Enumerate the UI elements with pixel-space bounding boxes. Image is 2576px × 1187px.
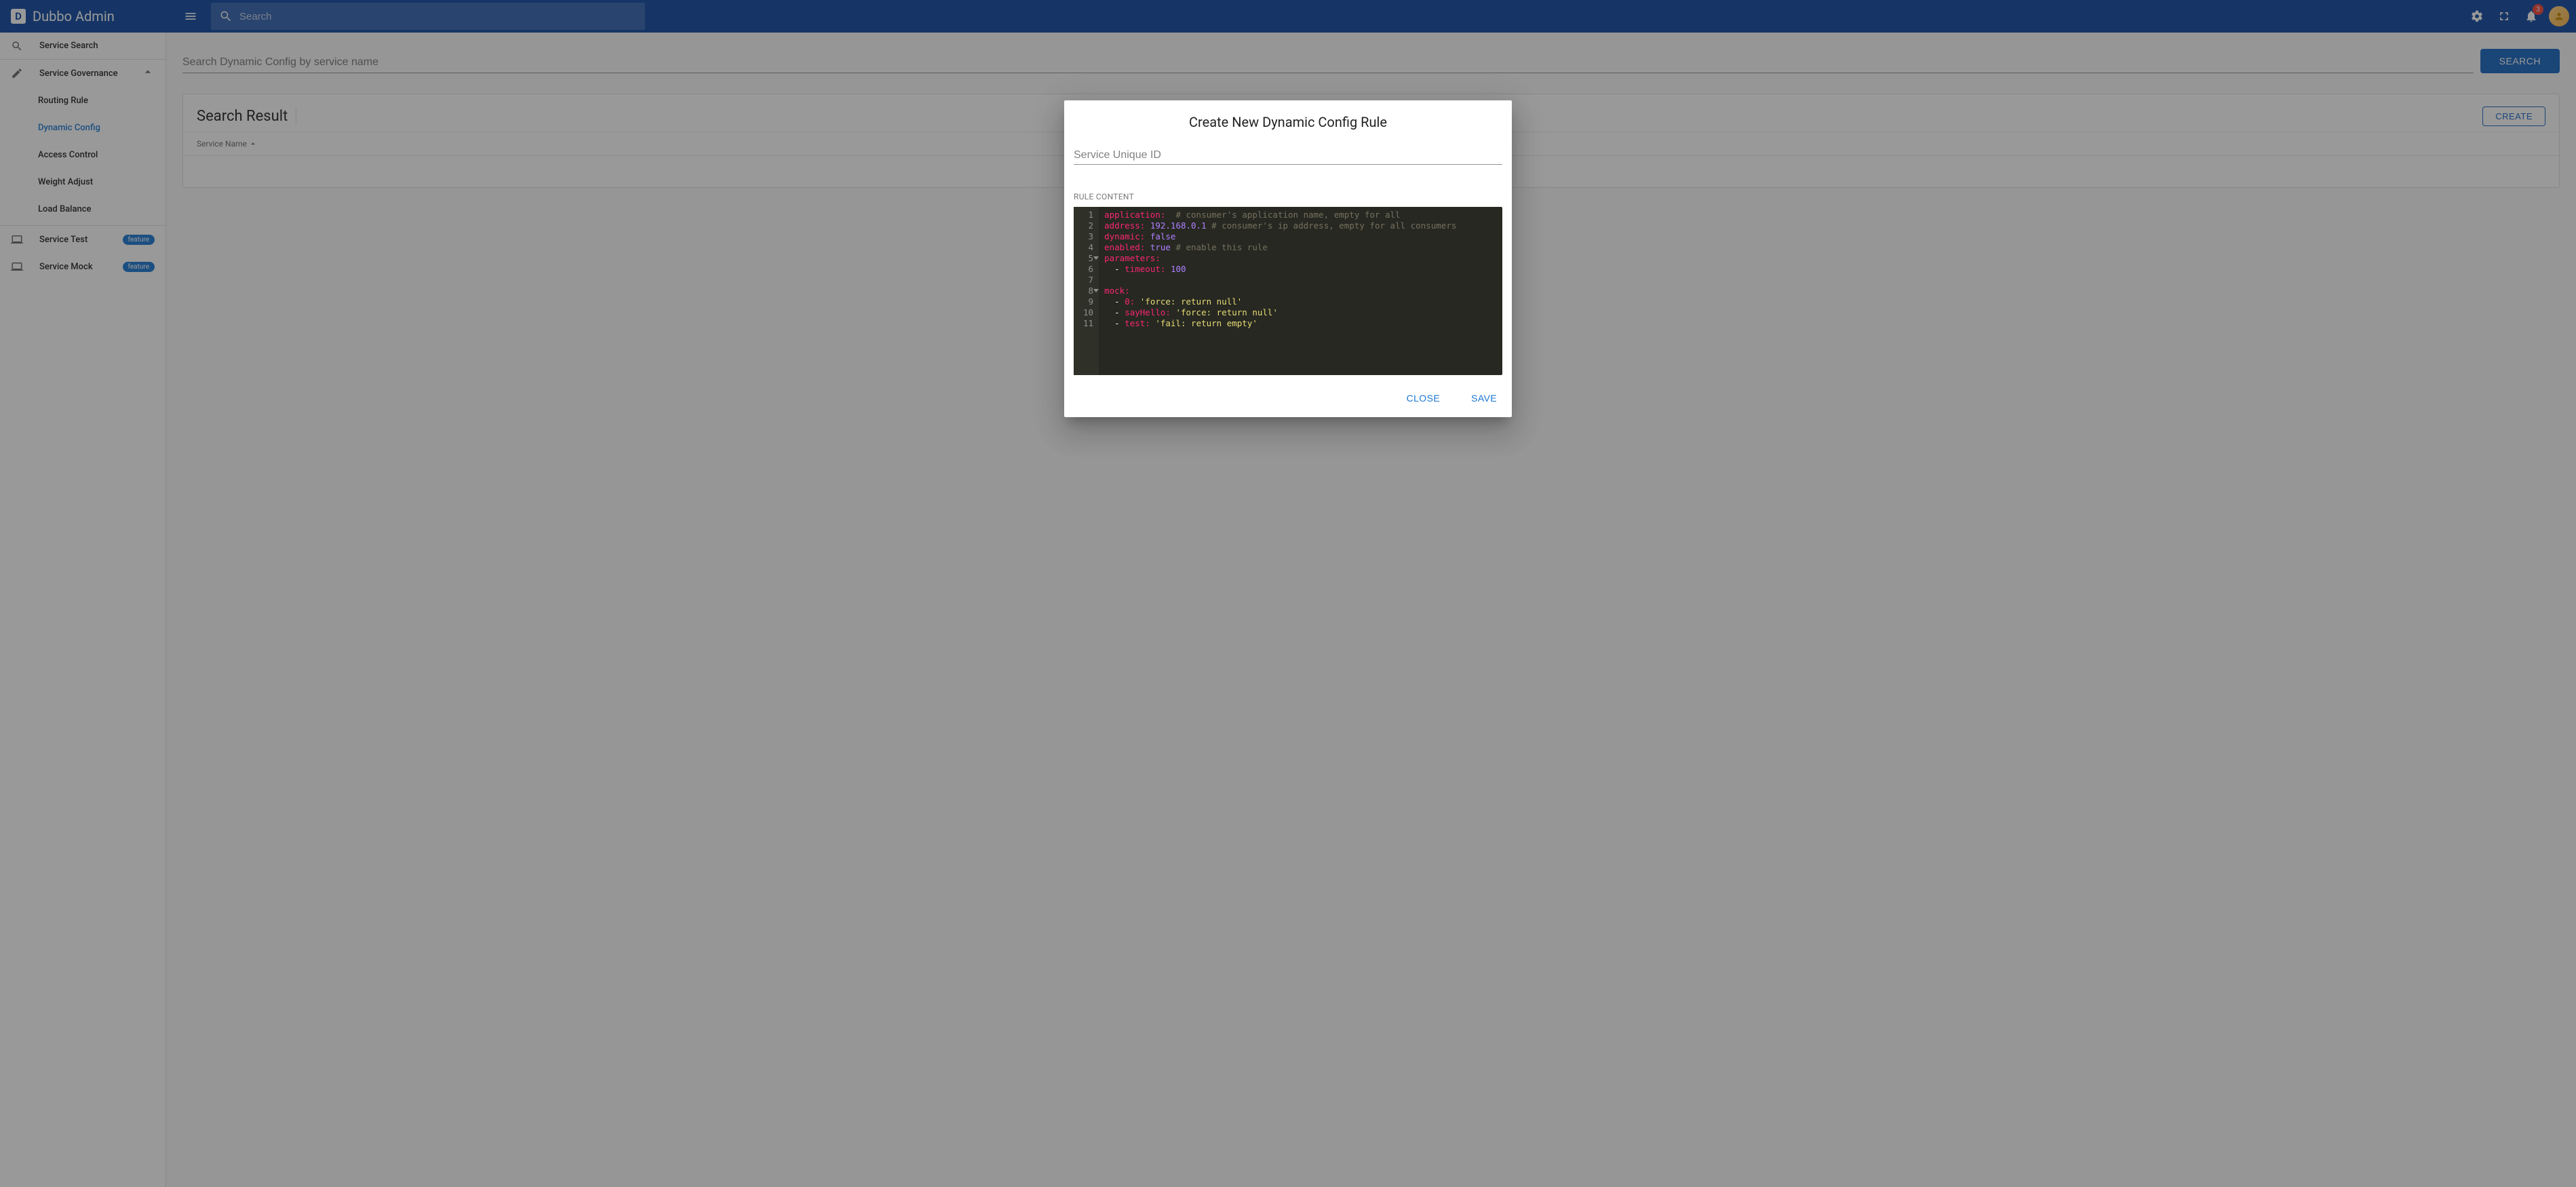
editor-code[interactable]: application: # consumer's application na… — [1099, 207, 1502, 375]
close-button[interactable]: CLOSE — [1401, 389, 1445, 408]
dialog-title: Create New Dynamic Config Rule — [1064, 100, 1512, 147]
service-unique-id-input[interactable] — [1074, 147, 1502, 165]
rule-content-label: RULE CONTENT — [1074, 192, 1502, 201]
create-dynamic-config-dialog: Create New Dynamic Config Rule RULE CONT… — [1064, 100, 1512, 417]
editor-gutter: 1234567891011 — [1074, 207, 1099, 375]
rule-content-editor[interactable]: 1234567891011 application: # consumer's … — [1074, 207, 1502, 375]
save-button[interactable]: SAVE — [1466, 389, 1502, 408]
